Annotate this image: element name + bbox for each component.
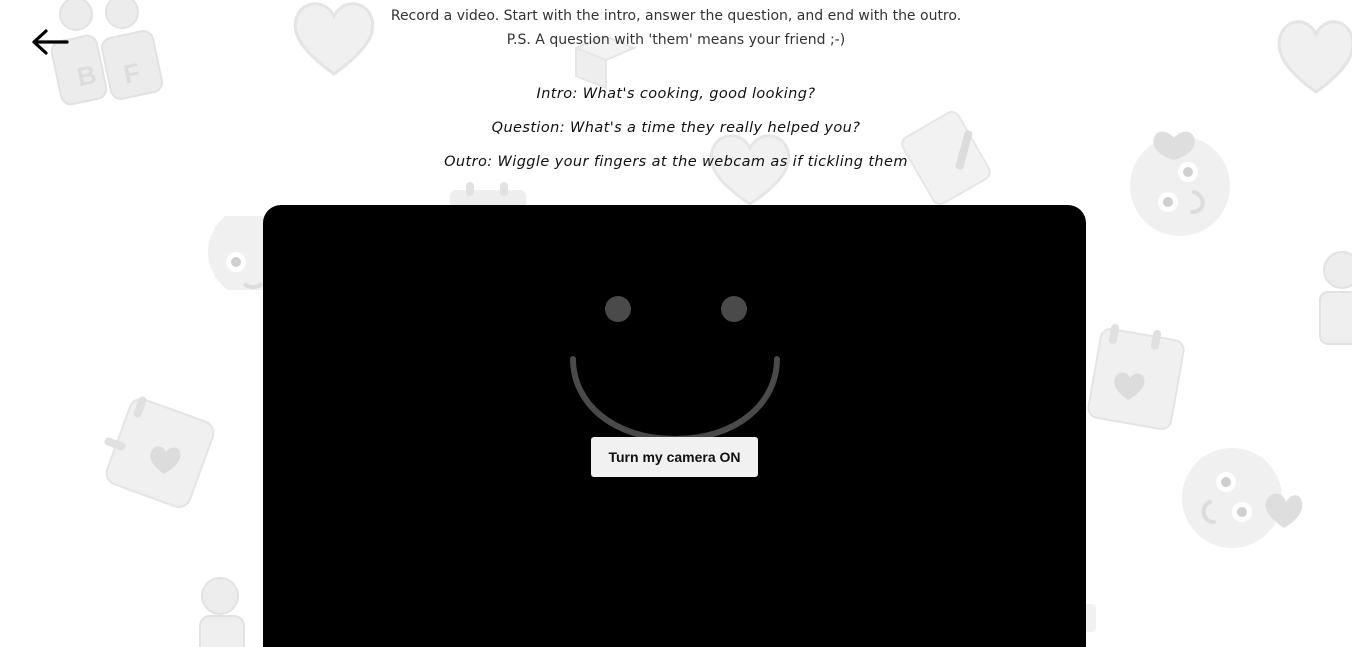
friends-doodle-icon xyxy=(199,577,245,647)
smiley-icon xyxy=(570,296,780,443)
calendar-heart-doodle-icon xyxy=(104,396,215,508)
person-doodle-icon xyxy=(1319,251,1352,345)
calendar-heart-doodle-icon xyxy=(1087,324,1185,430)
arrow-left-icon xyxy=(32,29,69,55)
instructions: Record a video. Start with the intro, an… xyxy=(0,4,1352,52)
instructions-note: P.S. A question with 'them' means your f… xyxy=(506,32,846,48)
intro-prompt: Intro: What's cooking, good looking? xyxy=(536,86,816,102)
back-button[interactable] xyxy=(28,22,72,62)
camera-preview: Turn my camera ON xyxy=(263,205,1086,647)
turn-camera-on-button[interactable]: Turn my camera ON xyxy=(591,437,758,477)
video-prompts: Intro: What's cooking, good looking? Que… xyxy=(0,77,1352,179)
face-doodle-icon xyxy=(208,216,264,290)
outro-prompt: Outro: Wiggle your fingers at the webcam… xyxy=(444,154,908,170)
question-prompt: Question: What's a time they really help… xyxy=(491,120,861,136)
instructions-line: Record a video. Start with the intro, an… xyxy=(390,8,962,24)
face-doodle-icon xyxy=(1182,448,1303,548)
record-video-page: B F Record a video. Start with the intro… xyxy=(0,0,1352,647)
